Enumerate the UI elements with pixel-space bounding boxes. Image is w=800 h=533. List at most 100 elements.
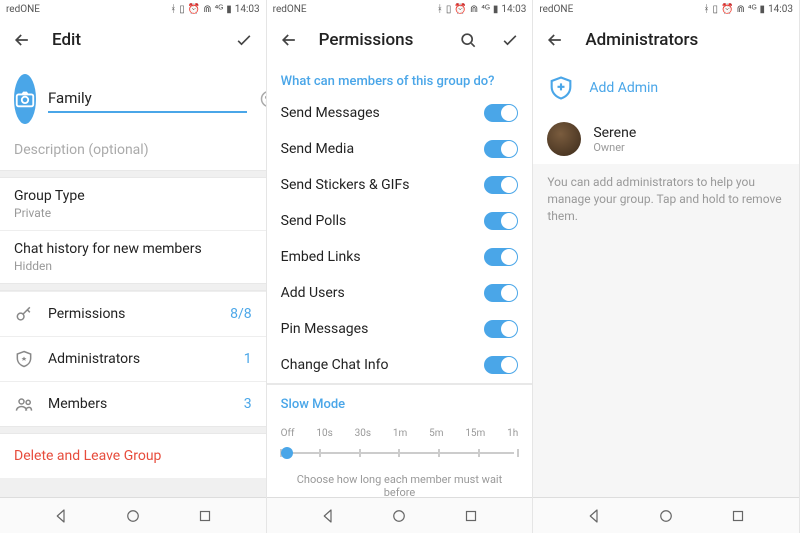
nav-recent-icon[interactable] [727, 505, 749, 527]
permission-label: Send Media [281, 141, 485, 157]
group-type-row[interactable]: Group Type Private [0, 178, 266, 230]
permission-toggle[interactable] [484, 356, 518, 374]
group-name-input[interactable] [48, 85, 247, 113]
nav-back-icon[interactable] [583, 505, 605, 527]
back-icon[interactable] [10, 28, 34, 52]
nav-back-icon[interactable] [317, 505, 339, 527]
nav-home-icon[interactable] [122, 505, 144, 527]
app-bar: Administrators [533, 18, 799, 62]
slider-knob[interactable] [281, 447, 293, 459]
members-value: 3 [244, 396, 252, 412]
add-admin-icon [547, 74, 575, 102]
permission-row: Embed Links [267, 239, 533, 275]
edit-content: Description (optional) Group Type Privat… [0, 62, 266, 497]
admin-name: Serene [593, 125, 636, 141]
permissions-content: What can members of this group do? Send … [267, 62, 533, 497]
slider-option-label: 30s [355, 428, 371, 439]
vibrate-icon: ▯ [446, 4, 452, 15]
permission-toggle[interactable] [484, 320, 518, 338]
camera-icon [14, 88, 36, 110]
administrators-row[interactable]: Administrators 1 [0, 336, 266, 381]
clock-label: 14:03 [235, 4, 260, 15]
nav-bar [0, 497, 266, 533]
permission-row: Send Messages [267, 95, 533, 131]
alarm-icon: ⏰ [188, 4, 200, 15]
members-row[interactable]: Members 3 [0, 381, 266, 426]
bluetooth-icon: ᚼ [704, 4, 710, 15]
emoji-icon[interactable] [259, 87, 266, 111]
slider-tick [398, 449, 400, 457]
carrier-label: redONE [273, 4, 307, 15]
nav-bar [533, 497, 799, 533]
bluetooth-icon: ᚼ [437, 4, 443, 15]
page-title: Administrators [585, 30, 789, 50]
divider [0, 283, 266, 291]
permissions-row[interactable]: Permissions 8/8 [0, 291, 266, 336]
slider-option-label: 15m [465, 428, 485, 439]
permission-label: Change Chat Info [281, 357, 485, 373]
permission-toggle[interactable] [484, 176, 518, 194]
app-bar: Edit [0, 18, 266, 62]
nav-home-icon[interactable] [388, 505, 410, 527]
permissions-list: Send Messages Send Media Send Stickers &… [267, 95, 533, 383]
admin-list: Serene Owner [533, 114, 799, 164]
signal-icon: ⁴ᴳ [215, 4, 224, 15]
permission-row: Send Polls [267, 203, 533, 239]
permission-row: Send Stickers & GIFs [267, 167, 533, 203]
search-icon[interactable] [456, 28, 480, 52]
back-icon[interactable] [543, 28, 567, 52]
slider-option-label: 5m [429, 428, 443, 439]
alarm-icon: ⏰ [454, 4, 466, 15]
permissions-label: Permissions [48, 306, 216, 322]
permission-toggle[interactable] [484, 212, 518, 230]
signal-icon: ⁴ᴳ [481, 4, 490, 15]
permission-label: Pin Messages [281, 321, 485, 337]
admin-item[interactable]: Serene Owner [533, 114, 799, 164]
group-type-label: Group Type [14, 188, 252, 204]
administrators-label: Administrators [48, 351, 230, 367]
slow-mode-slider[interactable]: Off10s30s1m5m15m1h [267, 418, 533, 463]
status-icons: ᚼ ▯ ⏰ ⋒ ⁴ᴳ ▮ 14:03 [704, 4, 793, 15]
permission-toggle[interactable] [484, 284, 518, 302]
add-admin-label: Add Admin [589, 80, 658, 96]
add-admin-button[interactable]: Add Admin [533, 62, 799, 114]
slow-mode-header: Slow Mode [267, 385, 533, 418]
status-icons: ᚼ ▯ ⏰ ⋒ ⁴ᴳ ▮ 14:03 [170, 4, 259, 15]
permission-toggle[interactable] [484, 248, 518, 266]
nav-back-icon[interactable] [50, 505, 72, 527]
permission-toggle[interactable] [484, 104, 518, 122]
chat-history-row[interactable]: Chat history for new members Hidden [0, 230, 266, 283]
permission-row: Send Media [267, 131, 533, 167]
nav-home-icon[interactable] [655, 505, 677, 527]
key-icon [14, 304, 34, 324]
back-icon[interactable] [277, 28, 301, 52]
confirm-icon[interactable] [498, 28, 522, 52]
slow-mode-hint: Choose how long each member must wait be… [267, 463, 533, 497]
wifi-icon: ⋒ [737, 4, 745, 15]
empty-area [0, 478, 266, 497]
nav-recent-icon[interactable] [194, 505, 216, 527]
vibrate-icon: ▯ [713, 4, 719, 15]
vibrate-icon: ▯ [179, 4, 185, 15]
avatar [547, 122, 581, 156]
wifi-icon: ⋒ [470, 4, 478, 15]
panel-permissions: redONE ᚼ ▯ ⏰ ⋒ ⁴ᴳ ▮ 14:03 Permissions Wh… [267, 0, 534, 533]
nav-recent-icon[interactable] [460, 505, 482, 527]
slider-tick [319, 449, 321, 457]
permission-label: Send Polls [281, 213, 485, 229]
slider-option-label: 1h [507, 428, 518, 439]
status-icons: ᚼ ▯ ⏰ ⋒ ⁴ᴳ ▮ 14:03 [437, 4, 526, 15]
description-input[interactable]: Description (optional) [0, 132, 266, 170]
group-photo-button[interactable] [14, 74, 36, 124]
battery-icon: ▮ [226, 4, 232, 15]
slider-option-label: 1m [393, 428, 407, 439]
slider-track[interactable] [281, 443, 519, 463]
battery-icon: ▮ [760, 4, 766, 15]
confirm-icon[interactable] [232, 28, 256, 52]
chat-history-label: Chat history for new members [14, 241, 252, 257]
delete-leave-button[interactable]: Delete and Leave Group [0, 434, 266, 478]
members-label: Members [48, 396, 230, 412]
group-type-value: Private [14, 206, 252, 220]
permission-toggle[interactable] [484, 140, 518, 158]
slider-tick [478, 449, 480, 457]
